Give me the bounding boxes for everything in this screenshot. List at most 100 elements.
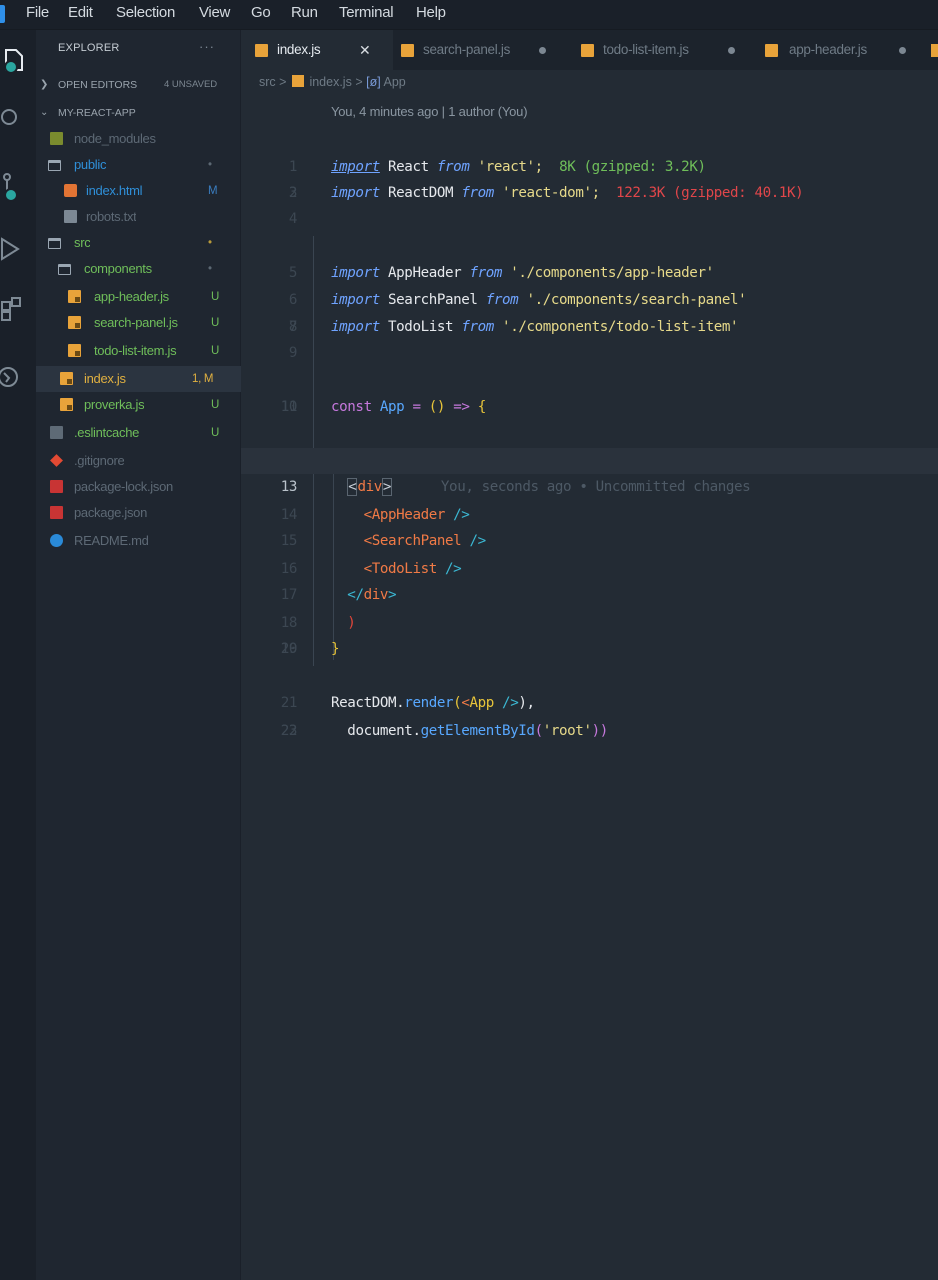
more-actions-icon[interactable]: ··· xyxy=(199,39,215,54)
extensions-icon[interactable] xyxy=(0,296,30,326)
tree-item-label: .eslintcache xyxy=(74,425,140,440)
tree-item-public[interactable]: public • xyxy=(36,152,241,178)
code-line-21: 21 ReactDOM.render(<App />), xyxy=(280,695,535,711)
status-indicator: U xyxy=(211,345,220,357)
tree-item-todo-list-item[interactable]: todo-list-item.js U xyxy=(36,338,241,364)
source-control-badge-icon xyxy=(4,188,18,202)
node-folder-icon xyxy=(50,132,63,145)
tree-item-index-html[interactable]: index.html M xyxy=(36,178,241,204)
vscode-logo-icon[interactable] xyxy=(0,5,5,23)
info-icon xyxy=(50,534,63,547)
tree-item-src[interactable]: src • xyxy=(36,230,241,256)
tree-item-search-panel[interactable]: search-panel.js U xyxy=(36,310,241,336)
breadcrumb: src > index.js > [ø] App xyxy=(259,75,406,95)
close-icon[interactable]: ✕ xyxy=(359,30,371,70)
code-line-15: 15 <SearchPanel /> xyxy=(280,533,486,549)
menu-selection[interactable]: Selection xyxy=(116,4,175,24)
js-file-icon xyxy=(765,44,778,57)
code-line-7: 7 import TodoList from './components/todo… xyxy=(288,319,739,335)
overflow-tab-icon[interactable] xyxy=(931,44,938,57)
status-indicator: U xyxy=(211,399,220,411)
js-file-icon xyxy=(68,344,81,357)
file-icon xyxy=(50,426,63,439)
status-indicator: 1, M xyxy=(192,373,214,385)
npm-file-icon xyxy=(50,506,63,519)
tree-item-proverka[interactable]: proverka.js U xyxy=(36,392,241,418)
code-line-16: 16 <TodoList /> xyxy=(280,561,462,577)
tree-item-label: package.json xyxy=(74,505,148,520)
breadcrumb-symbol[interactable]: App xyxy=(384,75,406,89)
editor-area: index.js ✕ search-panel.js todo-list-ite… xyxy=(241,30,938,1280)
chevron-right-icon: ❯ xyxy=(40,79,49,90)
menu-terminal[interactable]: Terminal xyxy=(339,4,394,24)
open-editors-section[interactable]: ❯ OPEN EDITORS 4 UNSAVED xyxy=(36,74,241,96)
tree-item-label: components xyxy=(84,261,152,276)
code-line-14: 14 <AppHeader /> xyxy=(280,507,470,523)
status-indicator: M xyxy=(208,185,218,197)
menu-file[interactable]: File xyxy=(26,4,49,24)
tab-todo-list-item[interactable]: todo-list-item.js xyxy=(571,30,755,70)
tree-item-app-header[interactable]: app-header.js U xyxy=(36,284,241,310)
breadcrumb-src[interactable]: src xyxy=(259,75,276,89)
js-file-icon xyxy=(401,44,414,57)
js-file-icon xyxy=(60,398,73,411)
remote-explorer-icon[interactable] xyxy=(0,362,30,392)
project-name: MY-REACT-APP xyxy=(58,107,136,119)
status-indicator: U xyxy=(211,317,220,329)
code-line-1: 1 import React from 'react'; 8K (gzipped:… xyxy=(288,159,706,175)
folder-icon xyxy=(58,264,71,275)
menu-run[interactable]: Run xyxy=(291,4,318,24)
folder-icon xyxy=(48,160,61,171)
code-line-23: 23 xyxy=(280,723,298,739)
code-line-19: 19} xyxy=(280,641,340,657)
tree-item-readme[interactable]: README.md xyxy=(36,528,241,554)
unsaved-dot-icon[interactable] xyxy=(539,47,546,54)
tab-label: todo-list-item.js xyxy=(603,42,689,57)
menu-help[interactable]: Help xyxy=(416,4,446,24)
tree-item-components[interactable]: components • xyxy=(36,256,241,282)
code-line-4: 4 xyxy=(288,211,298,227)
tree-item-label: .gitignore xyxy=(74,453,125,468)
tree-item-node-modules[interactable]: node_modules xyxy=(36,126,241,152)
menu-go[interactable]: Go xyxy=(251,4,271,24)
codelens-blame[interactable]: You, 4 minutes ago | 1 author (You) xyxy=(331,104,528,119)
code-line-5: 5 import AppHeader from './components/app… xyxy=(288,265,714,281)
tree-item-label: README.md xyxy=(74,533,149,548)
breadcrumb-file[interactable]: index.js xyxy=(309,75,351,89)
tab-search-panel[interactable]: search-panel.js xyxy=(393,30,571,70)
search-icon[interactable] xyxy=(0,102,30,132)
js-file-icon xyxy=(68,316,81,329)
tab-index-js[interactable]: index.js ✕ xyxy=(241,30,393,70)
status-indicator: • xyxy=(208,159,212,171)
code-line-8: 8 xyxy=(288,319,298,335)
project-section[interactable]: ⌄ MY-REACT-APP xyxy=(36,102,241,124)
run-debug-icon[interactable] xyxy=(0,234,30,264)
tree-item-gitignore[interactable]: .gitignore xyxy=(36,448,241,474)
breadcrumb-separator: > xyxy=(279,75,287,89)
tree-item-label: package-lock.json xyxy=(74,479,173,494)
tree-item-label: search-panel.js xyxy=(94,315,178,330)
unsaved-dot-icon[interactable] xyxy=(728,47,735,54)
status-indicator: • xyxy=(208,237,212,249)
tree-item-label: public xyxy=(74,157,107,172)
menu-edit[interactable]: Edit xyxy=(68,4,93,24)
tree-item-index-js[interactable]: index.js 1, M xyxy=(36,366,241,392)
tree-item-package-json[interactable]: package.json xyxy=(36,500,241,526)
symbol-variable-icon: [ø] xyxy=(366,75,381,89)
tree-item-package-lock[interactable]: package-lock.json xyxy=(36,474,241,500)
editor-tabs: index.js ✕ search-panel.js todo-list-ite… xyxy=(241,30,938,70)
git-file-icon xyxy=(50,454,63,467)
tree-item-eslintcache[interactable]: .eslintcache U xyxy=(36,420,241,446)
code-line-17: 17 </div> xyxy=(280,587,397,603)
tree-item-robots-txt[interactable]: robots.txt xyxy=(36,204,241,230)
unsaved-dot-icon[interactable] xyxy=(899,47,906,54)
open-editors-label: OPEN EDITORS xyxy=(58,79,138,91)
tab-app-header[interactable]: app-header.js xyxy=(755,30,925,70)
status-indicator: U xyxy=(211,291,220,303)
code-line-10: 10 const App = () => { xyxy=(280,399,487,415)
text-file-icon xyxy=(64,210,77,223)
tree-item-label: index.js xyxy=(84,371,126,386)
js-file-icon xyxy=(255,44,268,57)
folder-icon xyxy=(48,238,61,249)
menu-view[interactable]: View xyxy=(199,4,230,24)
